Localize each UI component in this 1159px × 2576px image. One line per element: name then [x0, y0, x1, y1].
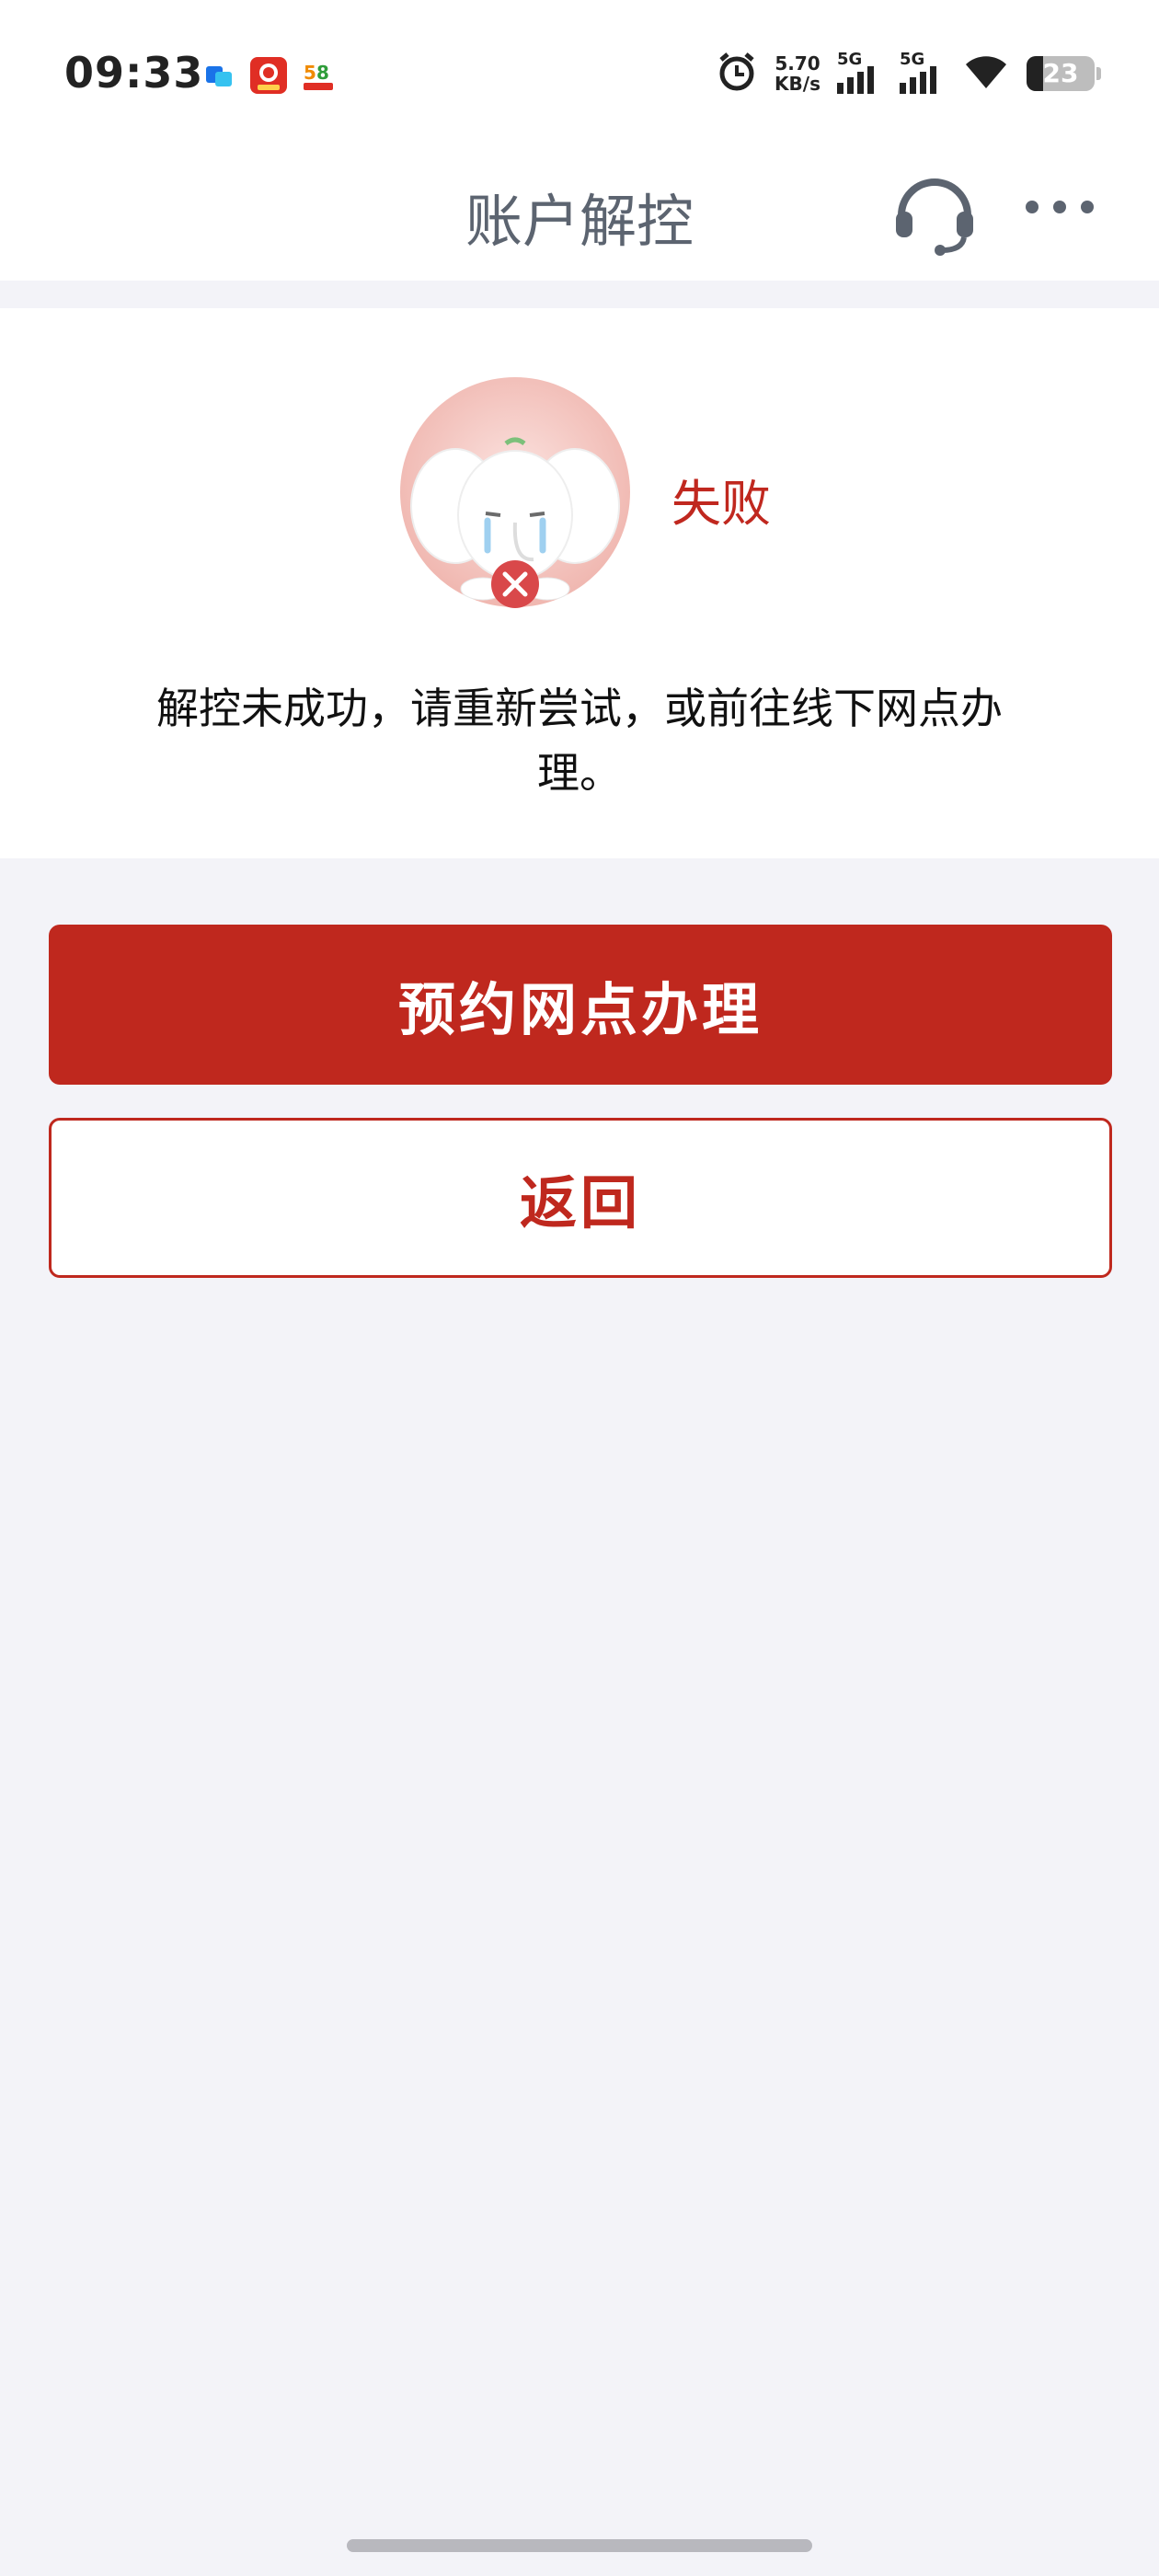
- status-bar: 09:33 58 5.70 KB/s 5G 5G 23: [0, 0, 1159, 147]
- crying-elephant-mascot-icon: [396, 377, 635, 616]
- signal-2-label: 5G: [900, 50, 925, 69]
- book-branch-button[interactable]: 预约网点办理: [49, 925, 1112, 1085]
- home-indicator[interactable]: [347, 2539, 812, 2552]
- pinduoduo-app-icon: [250, 57, 287, 94]
- svg-text:8: 8: [316, 62, 329, 84]
- more-icon: [1026, 201, 1094, 213]
- result-status-label: 失败: [671, 475, 771, 533]
- signal-1: 5G: [837, 50, 883, 94]
- back-button[interactable]: 返回: [49, 1118, 1112, 1278]
- status-right-group: 5.70 KB/s 5G 5G 23: [716, 50, 1101, 97]
- 58-app-icon: 58: [300, 57, 337, 94]
- svg-text:5: 5: [304, 62, 316, 84]
- result-message: 解控未成功，请重新尝试，或前往线下网点办理。: [156, 684, 1003, 798]
- net-speed-value: 5.70: [775, 52, 820, 75]
- more-options-button[interactable]: [1023, 184, 1096, 239]
- signal-1-label: 5G: [837, 50, 863, 69]
- battery-indicator: 23: [1027, 56, 1101, 91]
- signal-2: 5G: [900, 50, 946, 94]
- battery-level: 23: [1042, 58, 1079, 88]
- headset-icon: [896, 178, 973, 256]
- result-card: 失败 解控未成功，请重新尝试，或前往线下网点办理。: [0, 308, 1159, 858]
- customer-service-button[interactable]: [889, 166, 981, 258]
- tencent-app-icon: [201, 57, 237, 94]
- notification-icons: 58: [201, 57, 337, 94]
- alarm-icon: [716, 51, 758, 97]
- net-speed: 5.70 KB/s: [775, 53, 820, 94]
- page-title: 账户解控: [465, 188, 694, 255]
- net-speed-unit: KB/s: [775, 73, 820, 95]
- nav-bar: 账户解控: [0, 147, 1159, 281]
- wifi-icon: [962, 52, 1010, 96]
- status-time: 09:33: [64, 48, 204, 98]
